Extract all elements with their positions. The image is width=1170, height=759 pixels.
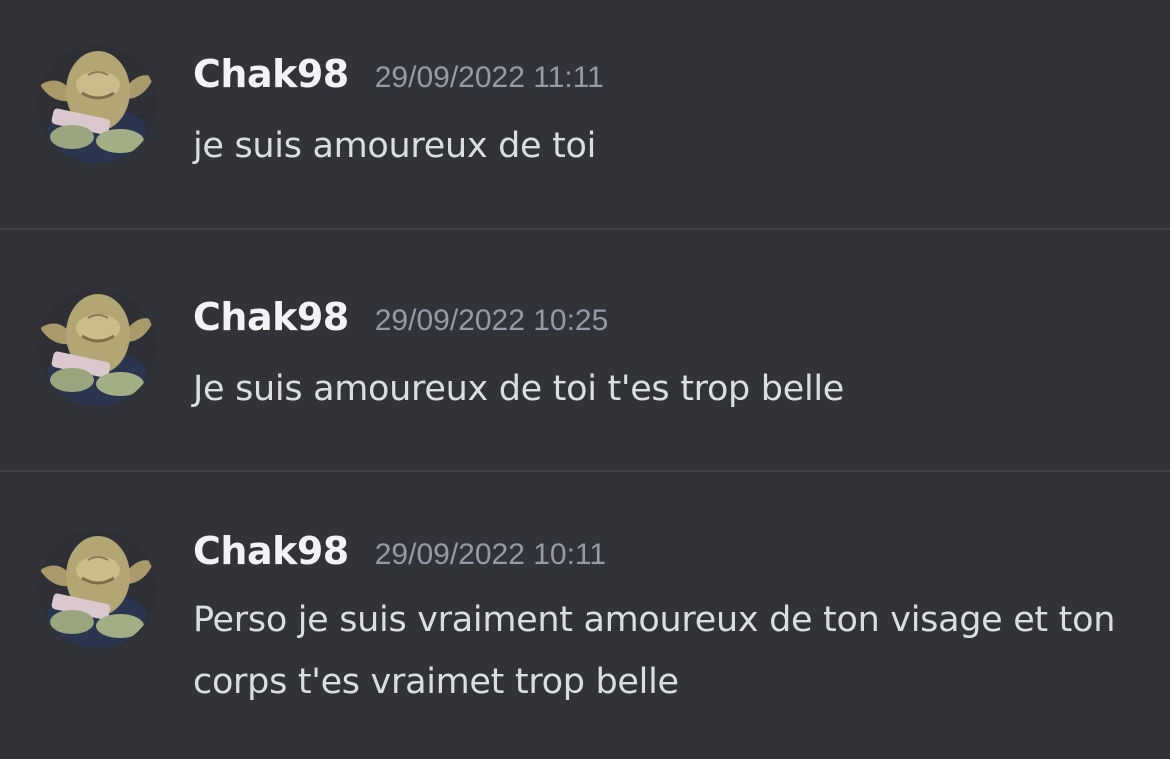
message-feed: Chak98 29/09/2022 11:11 je suis amoureux… [0,0,1170,759]
timestamp: 29/09/2022 11:11 [374,61,604,94]
username[interactable]: Chak98 [193,52,349,96]
message-header: Chak98 29/09/2022 11:11 [193,52,604,102]
yoda-avatar-icon [38,288,156,406]
yoda-avatar-icon [38,45,156,163]
message-content: Je suis amoureux de toi t'es trop belle [193,369,845,409]
yoda-avatar-icon [38,530,156,648]
username[interactable]: Chak98 [193,295,349,339]
message-content: Perso je suis vraiment amoureux de ton v… [193,600,1116,702]
chat-message[interactable]: Chak98 29/09/2022 10:11 Perso je suis vr… [0,472,1170,759]
message-header: Chak98 29/09/2022 10:11 [193,529,606,579]
chat-message[interactable]: Chak98 29/09/2022 10:25 Je suis amoureux… [0,230,1170,470]
timestamp: 29/09/2022 10:11 [374,538,607,571]
avatar[interactable] [38,530,156,648]
timestamp: 29/09/2022 10:25 [374,304,609,337]
avatar[interactable] [38,45,156,163]
avatar[interactable] [38,288,156,406]
username[interactable]: Chak98 [193,529,349,573]
message-header: Chak98 29/09/2022 10:25 [193,295,608,345]
chat-message[interactable]: Chak98 29/09/2022 11:11 je suis amoureux… [0,0,1170,228]
message-content: je suis amoureux de toi [193,126,597,166]
